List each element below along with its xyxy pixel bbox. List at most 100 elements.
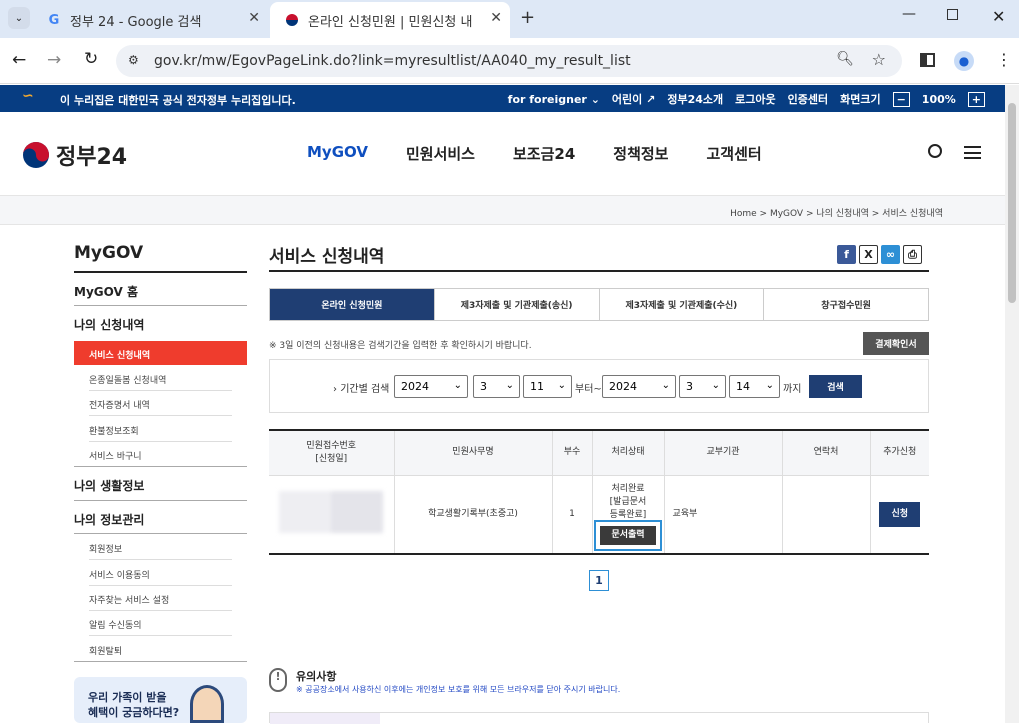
minimize-icon[interactable]: — [902, 6, 916, 22]
nav-customer-center[interactable]: 고객센터 [706, 143, 761, 164]
agency-cell: 교육부 [663, 474, 783, 555]
forward-icon[interactable]: → [47, 50, 61, 70]
page-title: 서비스 신청내역 [269, 247, 385, 267]
status-cell: 처리완료 [발급문서 등록완료] 문서출력 [591, 474, 665, 555]
profile-avatar-icon[interactable]: ● [954, 51, 974, 71]
sidebar-item-service-history[interactable]: 서비스 신청내역 [74, 341, 247, 365]
zoom-out-button[interactable]: − [892, 91, 910, 107]
divider [89, 390, 232, 391]
from-month-select[interactable]: 3 ⌄ [473, 375, 520, 398]
application-tabs: 온라인 신청민원 제3자제출 및 기관제출(송신) 제3자제출 및 기관제출(수… [269, 288, 929, 321]
side-panel-icon[interactable] [920, 53, 935, 67]
tab-search-button[interactable]: ⌄ [8, 7, 30, 29]
logout-link[interactable]: 로그아웃 [735, 91, 775, 107]
browser-tab-google[interactable]: G 정부 24 - Google 검색 ✕ [36, 2, 268, 38]
chevron-down-icon: ⌄ [661, 380, 670, 391]
notice-text: ※ 공공장소에서 사용하신 이후에는 개인정보 보호를 위해 모든 브라우저를 … [296, 685, 621, 694]
close-icon[interactable]: ✕ [490, 10, 502, 26]
foreigner-link[interactable]: for foreigner ⌄ [508, 93, 600, 106]
print-document-button[interactable]: 문서출력 [594, 520, 662, 552]
to-year-select[interactable]: 2024 ⌄ [602, 375, 676, 398]
nav-civil-service[interactable]: 민원서비스 [406, 143, 475, 164]
menu-icon[interactable] [964, 146, 981, 159]
divider [74, 466, 247, 467]
tab-online-application[interactable]: 온라인 신청민원 [270, 289, 435, 320]
nav-mygov[interactable]: MyGOV [307, 143, 368, 164]
kids-link[interactable]: 어린이 ↗ [612, 91, 655, 107]
breadcrumb: Home > MyGOV > 나의 신청내역 > 서비스 신청내역 [730, 209, 943, 219]
bookmark-star-icon[interactable]: ☆ [872, 50, 886, 69]
new-tab-button[interactable]: + [520, 7, 535, 28]
sidebar-item-e-certificate[interactable]: 전자증명서 내역 [89, 398, 150, 411]
divider [89, 610, 232, 611]
apply-button[interactable]: 신청 [879, 501, 921, 527]
scrollbar-thumb[interactable] [1008, 103, 1016, 303]
person-illustration-icon [190, 685, 224, 723]
tab-title: 온라인 신청민원 | 민원신청 내 [308, 14, 473, 30]
from-day-select[interactable]: 11 ⌄ [523, 375, 572, 398]
pagination-page-1[interactable]: 1 [589, 570, 609, 591]
status-line2: [발급문서 [609, 497, 647, 508]
link-icon[interactable]: ∞ [881, 245, 900, 264]
breadcrumb-mygov[interactable]: MyGOV [770, 209, 803, 219]
nav-policy[interactable]: 정책정보 [613, 143, 668, 164]
chevron-down-icon: ⌄ [765, 380, 774, 391]
sidebar-item-member-info[interactable]: 회원정보 [89, 542, 122, 555]
sidebar-item-mygov-home[interactable]: MyGOV 홈 [74, 283, 138, 300]
sidebar-item-applications[interactable]: 나의 신청내역 [74, 316, 144, 333]
application-table: 민원접수번호 [신청일] 민원사무명 부수 처리상태 교부기관 연락처 추가신청… [269, 429, 929, 555]
zoom-in-button[interactable]: + [967, 91, 985, 107]
about-link[interactable]: 정부24소개 [667, 91, 723, 107]
breadcrumb-home[interactable]: Home [730, 209, 757, 219]
url-text: gov.kr/mw/EgovPageLink.do?link=myresultl… [154, 53, 631, 69]
sidebar-item-account[interactable]: 나의 정보관리 [74, 511, 144, 528]
col-copies: 부수 [551, 429, 593, 476]
gov24-favicon-icon [284, 12, 300, 28]
auth-center-link[interactable]: 인증센터 [788, 91, 828, 107]
sidebar-item-basket[interactable]: 서비스 바구니 [89, 449, 142, 462]
sidebar-item-childcare[interactable]: 온종일돌봄 신청내역 [89, 373, 166, 386]
to-month-select[interactable]: 3 ⌄ [679, 375, 726, 398]
site-info-icon[interactable]: ⚙ [128, 53, 139, 67]
address-bar[interactable]: ⚙ gov.kr/mw/EgovPageLink.do?link=myresul… [116, 45, 902, 77]
chevron-down-icon: ⌄ [557, 380, 566, 391]
reload-icon[interactable]: ↻ [84, 49, 98, 69]
tab-counter-application[interactable]: 창구접수민원 [764, 289, 928, 320]
sidebar-item-life-info[interactable]: 나의 생활정보 [74, 477, 144, 494]
sidebar-item-favorites[interactable]: 자주찾는 서비스 설정 [89, 593, 169, 606]
facebook-icon[interactable]: f [837, 245, 856, 264]
gov24-logo[interactable]: 정부24 [22, 139, 127, 171]
from-year-select[interactable]: 2024 ⌄ [394, 375, 468, 398]
sidebar-item-notifications[interactable]: 알림 수신동의 [89, 618, 142, 631]
nav-subsidy24[interactable]: 보조금24 [513, 143, 575, 164]
browser-tab-gov24[interactable]: 온라인 신청민원 | 민원신청 내 ✕ [270, 2, 510, 38]
table-row: 학교생활기록부(초중고) 1 처리완료 [발급문서 등록완료] 문서출력 교육부… [269, 474, 929, 555]
table-header-row: 민원접수번호 [신청일] 민원사무명 부수 처리상태 교부기관 연락처 추가신청 [269, 429, 929, 476]
close-icon[interactable]: ✕ [248, 10, 260, 26]
breadcrumb-applications[interactable]: 나의 신청내역 [816, 209, 869, 219]
tab-third-party-received[interactable]: 제3자제출 및 기관제출(수신) [600, 289, 765, 320]
browser-menu-icon[interactable]: ⋮ [996, 50, 1012, 69]
window-close-icon[interactable]: ✕ [992, 7, 1005, 26]
back-icon[interactable]: ← [12, 50, 26, 70]
from-suffix: 부터~ [575, 384, 602, 395]
divider [89, 415, 232, 416]
sidebar-item-consent[interactable]: 서비스 이용동의 [89, 568, 150, 581]
sidebar-item-withdraw[interactable]: 회원탈퇴 [89, 644, 122, 657]
divider [74, 500, 247, 501]
restore-icon[interactable] [947, 9, 958, 20]
receipt-number-cell [269, 474, 395, 555]
search-button[interactable]: 검색 [809, 375, 862, 398]
sidebar-item-refund[interactable]: 환불정보조회 [89, 424, 139, 437]
search-icon[interactable] [928, 144, 942, 158]
to-day-select[interactable]: 14 ⌄ [729, 375, 780, 398]
family-benefit-banner[interactable]: 우리 가족이 받을 혜택이 궁금하다면? [74, 677, 247, 723]
status-line1: 처리완료 [611, 484, 645, 495]
x-twitter-icon[interactable]: X [859, 245, 878, 264]
print-icon[interactable]: ⎙ [903, 245, 922, 264]
chevron-down-icon: ⌄ [505, 380, 514, 391]
tab-third-party-sent[interactable]: 제3자제출 및 기관제출(송신) [435, 289, 600, 320]
copies-cell: 1 [551, 474, 593, 555]
payment-confirmation-button[interactable]: 결제확인서 [863, 332, 929, 355]
zoom-icon[interactable]: 🔍︎ [836, 51, 854, 67]
